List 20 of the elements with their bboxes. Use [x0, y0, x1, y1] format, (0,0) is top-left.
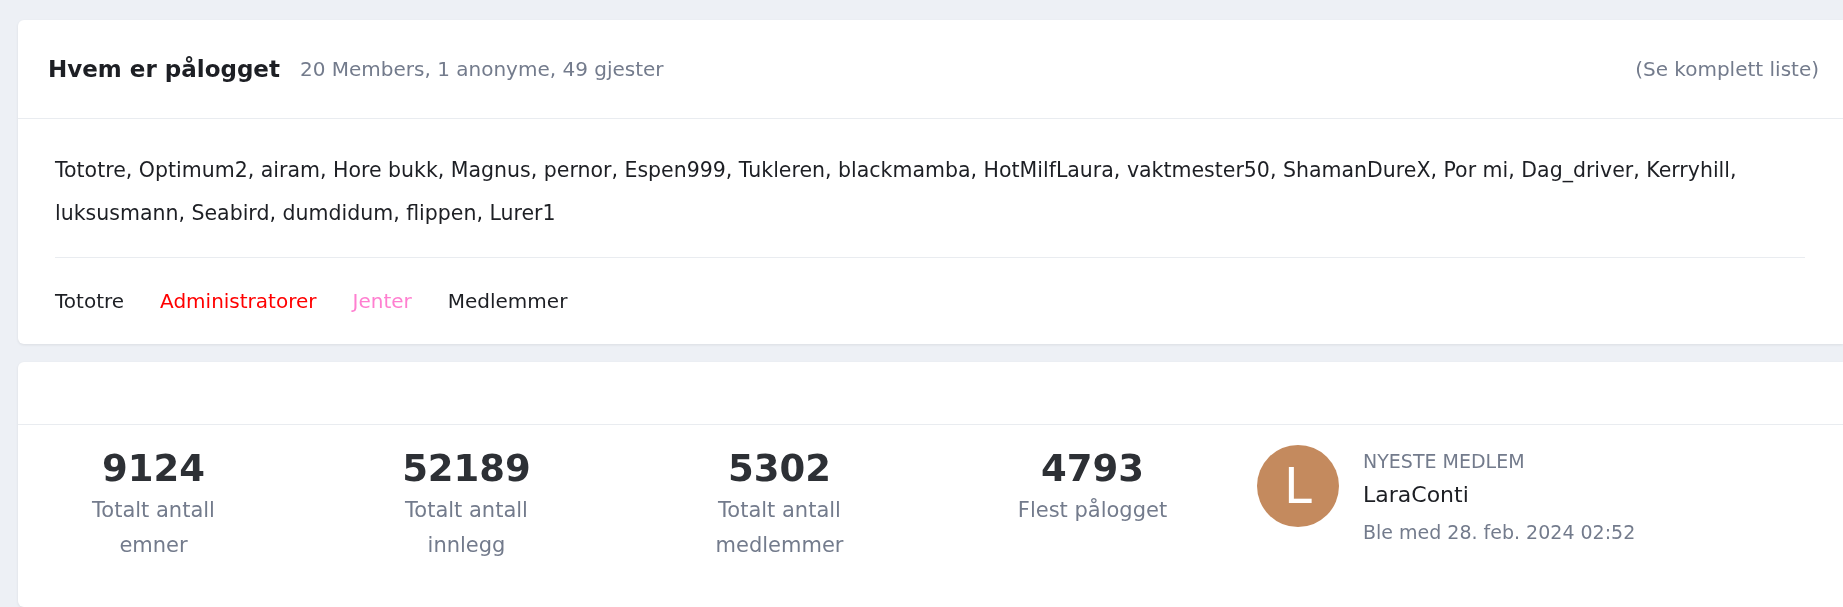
group-legend-item: Tototre	[55, 289, 125, 313]
stat-label: Totalt antall emner	[91, 497, 216, 559]
stat-value: 4793	[1041, 446, 1144, 492]
stat-label: Totalt antall innlegg	[404, 497, 529, 559]
online-users-list: Tototre, Optimum2, airam, Hore bukk, Magnus, pernor, Espen999, Tukleren, blackmamba, HotMilfLaura, vaktmester50, ShamanDureX, Por mi, Dag_driver, Kerryhill, luksusmann, Seabird, dumdidum, flippen, Lurer1	[55, 149, 1805, 258]
group-legend-item: Medlemmer	[447, 289, 568, 313]
join-date: Ble med 28. feb. 2024 02:52	[1363, 520, 1636, 545]
avatar[interactable]: L	[1257, 445, 1339, 527]
panel-title: Hvem er pålogget	[48, 56, 280, 82]
stat-label: Flest pålogget	[1016, 497, 1169, 524]
stat-label: Totalt antall medlemmer	[714, 497, 845, 559]
stat-value: 9124	[102, 446, 205, 492]
group-legend-item: Jenter	[352, 289, 412, 313]
stat-value: 52189	[402, 446, 531, 492]
stat-value: 5302	[728, 446, 831, 492]
group-legend-item: Administratorer	[160, 289, 317, 313]
online-summary: 20 Members, 1 anonyme, 49 gjester	[299, 57, 664, 81]
member-name-link[interactable]: LaraConti	[1363, 477, 1636, 513]
newest-member-heading: NYESTE MEDLEM	[1363, 449, 1526, 474]
full-list-link[interactable]: (Se komplett liste)	[1635, 57, 1819, 81]
